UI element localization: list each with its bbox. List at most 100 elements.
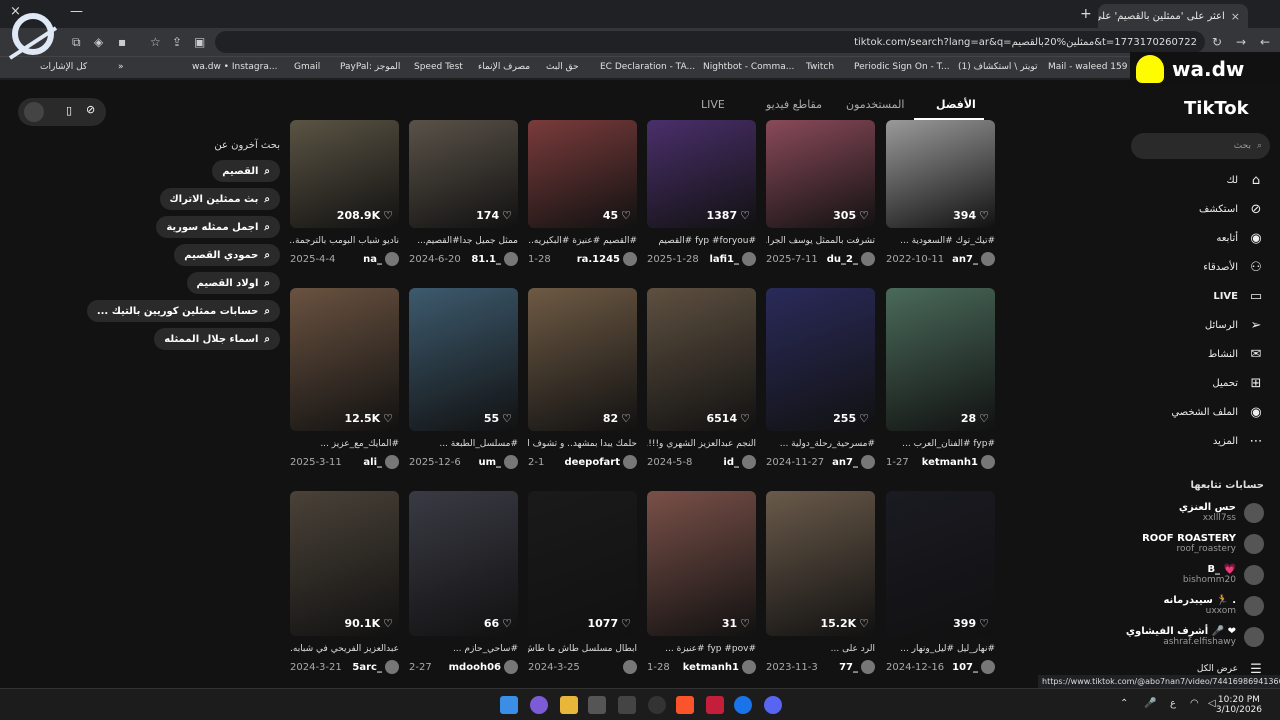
video-thumbnail[interactable]: 1077 ♡ <box>528 491 637 636</box>
copilot-icon[interactable] <box>530 696 548 714</box>
video-author[interactable]: deepofart <box>564 455 637 469</box>
video-author[interactable] <box>620 660 637 674</box>
reload-icon[interactable]: ↻ <box>1212 35 1222 49</box>
forward-icon[interactable]: → <box>1236 35 1246 49</box>
bookmarks-chevron-icon[interactable]: » <box>118 62 124 72</box>
bookmark-item[interactable]: مصرف الإنماء <box>478 62 530 72</box>
tab-videos[interactable]: مقاطع فيديو <box>766 98 822 111</box>
following-account[interactable]: سيبدرمانه 🏃 . uxxom <box>1163 595 1264 616</box>
bookmark-item[interactable]: Twitch <box>806 62 834 72</box>
tab-users[interactable]: المستخدمون <box>846 98 904 111</box>
video-author[interactable]: 5arc_ <box>352 660 399 674</box>
video-caption[interactable]: #ساحي_حازم ... <box>409 644 518 654</box>
following-account[interactable]: حس العنزي xxlll7ss <box>1179 502 1264 523</box>
following-account[interactable]: B_ 💗 bishomm20 <box>1183 564 1264 585</box>
video-author[interactable]: id_ <box>723 455 756 469</box>
nav-for-you[interactable]: ⌂ لك <box>1227 172 1264 188</box>
video-caption[interactable]: #fyp #pov #عنيزة ... <box>647 644 756 654</box>
nav-activity[interactable]: ✉ النشاط <box>1208 346 1264 362</box>
video-caption[interactable]: #تيك_توك #السعودية ... <box>886 236 995 246</box>
discord-icon[interactable] <box>764 696 782 714</box>
bookmark-item[interactable]: PayPal: الموجز <box>340 62 400 72</box>
chrome-icon[interactable] <box>734 696 752 714</box>
window-minimize-icon[interactable]: — <box>70 4 83 19</box>
bookmark-item[interactable]: Speed Test <box>414 62 463 72</box>
tiktok-logo[interactable]: TikTok <box>1184 98 1249 119</box>
video-thumbnail[interactable]: 6514 ♡ <box>647 288 756 431</box>
app-icon[interactable] <box>588 696 606 714</box>
compass-icon[interactable]: ⊘ <box>86 103 95 116</box>
video-thumbnail[interactable]: 45 ♡ <box>528 120 637 228</box>
video-caption[interactable]: ممثل جميل جدا#القصيم... <box>409 236 518 246</box>
app-icon[interactable] <box>648 696 666 714</box>
video-author[interactable]: ketmanh1 <box>922 455 995 469</box>
video-thumbnail[interactable]: 55 ♡ <box>409 288 518 431</box>
video-thumbnail[interactable]: 12.5K ♡ <box>290 288 399 431</box>
video-author[interactable]: ra.1245 <box>577 252 637 266</box>
bookmark-item[interactable]: wa.dw • Instagra... <box>192 62 277 72</box>
video-caption[interactable]: #fyp #foryou #القصيم <box>647 236 756 246</box>
search-input[interactable]: بحث ⌕ <box>1131 133 1270 159</box>
bookmark-item[interactable]: حق البث <box>546 62 579 72</box>
nav-upload[interactable]: ⊞ تحميل <box>1212 375 1264 391</box>
video-caption[interactable]: أبطال مسلسل طاش ما طاش ... <box>528 644 637 654</box>
bookmark-item[interactable]: Nightbot - Comma... <box>703 62 794 72</box>
video-author[interactable]: ali_ <box>363 455 399 469</box>
video-author[interactable]: mdooh06 <box>449 660 518 674</box>
app-icon[interactable] <box>706 696 724 714</box>
related-search-chip[interactable]: ⌕ حسابات ممثلين كوريين بالتيك ... <box>86 300 280 322</box>
related-search-chip[interactable]: ⌕ القصيم <box>212 160 280 182</box>
video-author[interactable]: na_ <box>363 252 399 266</box>
nav-live[interactable]: ▭ LIVE <box>1213 288 1264 304</box>
nav-profile[interactable]: ◉ الملف الشخصي <box>1171 404 1264 420</box>
calculator-icon[interactable] <box>618 696 636 714</box>
video-author[interactable]: 81.1_ <box>471 252 518 266</box>
video-caption[interactable]: النجم عبدالعزيز الشهري و!!!... <box>647 439 756 449</box>
nav-more[interactable]: ⋯ المزيد <box>1213 433 1264 449</box>
language-icon[interactable]: ع <box>1170 698 1176 709</box>
video-author[interactable]: an7_ <box>952 252 995 266</box>
ext-icon[interactable]: ▪ <box>118 35 126 49</box>
brave-icon[interactable] <box>676 696 694 714</box>
video-thumbnail[interactable]: 394 ♡ <box>886 120 995 228</box>
bookmark-item[interactable]: Gmail <box>294 62 320 72</box>
video-thumbnail[interactable]: 15.2K ♡ <box>766 491 875 636</box>
tab-top[interactable]: الأفضل <box>936 98 976 111</box>
video-thumbnail[interactable]: 305 ♡ <box>766 120 875 228</box>
video-thumbnail[interactable]: 28 ♡ <box>886 288 995 431</box>
video-caption[interactable]: #نهار_ليل #ليل_ونهار ... <box>886 644 995 654</box>
wifi-icon[interactable]: ◠ <box>1190 698 1199 709</box>
video-caption[interactable]: #مسلسل_الطبعة ... <box>409 439 518 449</box>
video-caption[interactable]: الرد على ... <box>766 644 875 654</box>
video-author[interactable]: 107_ <box>952 660 995 674</box>
following-account[interactable]: أشرف الفيشاوي 🎤 ❤ ashraf.elfishawy <box>1126 626 1264 647</box>
shield-icon[interactable]: ◈ <box>94 35 103 49</box>
install-icon[interactable]: ▣ <box>194 35 205 49</box>
video-thumbnail[interactable]: 255 ♡ <box>766 288 875 431</box>
related-search-chip[interactable]: ⌕ اجمل ممثله سورية <box>156 216 280 238</box>
video-thumbnail[interactable]: 31 ♡ <box>647 491 756 636</box>
nav-messages[interactable]: ➢ الرسائل <box>1205 317 1264 333</box>
video-thumbnail[interactable]: 90.1K ♡ <box>290 491 399 636</box>
new-tab-button[interactable]: + <box>1080 6 1092 22</box>
related-search-chip[interactable]: ⌕ اولاد القصيم <box>186 272 280 294</box>
related-search-chip[interactable]: ⌕ حمودي القصيم <box>174 244 280 266</box>
clock[interactable]: 10:20 PM 3/10/2026 <box>1216 695 1262 715</box>
volume-icon[interactable]: ◁ <box>1208 698 1216 709</box>
url-field[interactable]: tiktok.com/search?lang=ar&q=ممثلين%20بال… <box>215 31 1205 53</box>
tab-close-icon[interactable]: × <box>1231 10 1240 23</box>
bookmark-item[interactable]: Periodic Sign On - T... <box>854 62 950 72</box>
video-caption[interactable]: #fyp #الفنان_العرب ... <box>886 439 995 449</box>
video-caption[interactable]: #مسرحية_رحلة_دولية ... <box>766 439 875 449</box>
video-thumbnail[interactable]: 1387 ♡ <box>647 120 756 228</box>
bookmark-item[interactable]: (1) تويتر \ استكشاف <box>958 62 1038 72</box>
related-search-chip[interactable]: ⌕ بث ممثلين الاتراك <box>159 188 280 210</box>
extension-icon[interactable]: ⧉ <box>72 35 81 50</box>
video-caption[interactable]: حلمك يبدأ بمشهد.. و تشوف ا... <box>528 439 637 449</box>
video-caption[interactable]: تشرفت بالممثل يوسف الجرا... <box>766 236 875 246</box>
share-icon[interactable]: ⇪ <box>172 35 182 49</box>
microphone-icon[interactable]: 🎤 <box>1144 698 1156 709</box>
following-account[interactable]: ROOF ROASTERY roof_roastery <box>1142 533 1264 554</box>
nav-explore[interactable]: ⊘ استكشف <box>1199 201 1264 217</box>
chevron-up-icon[interactable]: ⌃ <box>1120 698 1128 709</box>
